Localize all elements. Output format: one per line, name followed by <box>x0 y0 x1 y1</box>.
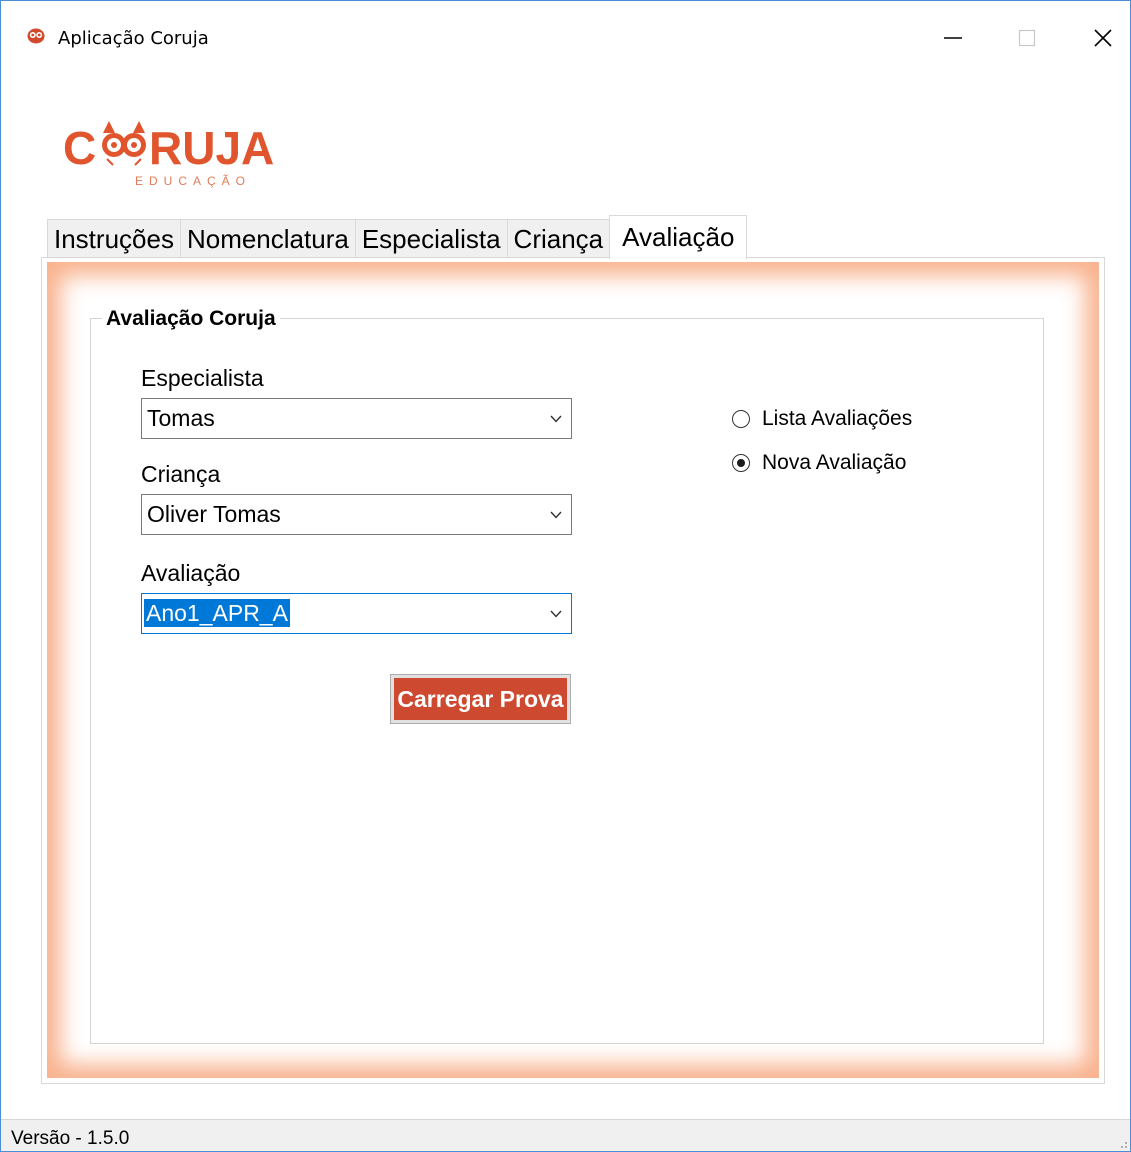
radio-lista-label: Lista Avaliações <box>762 407 913 430</box>
version-label: Versão - 1.5.0 <box>11 1128 130 1149</box>
logo-letter-c: C <box>63 122 96 174</box>
maximize-icon <box>1018 29 1036 47</box>
close-icon <box>1094 29 1112 47</box>
close-button[interactable] <box>1073 15 1130 61</box>
app-window: Aplicação Coruja C RUJA EDUCAÇÃO Instruç… <box>0 0 1131 1152</box>
crianca-value: Oliver Tomas <box>147 501 281 527</box>
avaliacao-value: Ano1_APR_A <box>144 599 290 627</box>
title-bar[interactable]: Aplicação Coruja <box>1 1 1130 77</box>
tab-crianca[interactable]: Criança <box>506 219 611 259</box>
radio-lista-avaliacoes[interactable]: Lista Avaliações <box>732 407 912 431</box>
chevron-down-icon <box>550 511 562 519</box>
maximize-button[interactable] <box>997 15 1057 61</box>
minimize-icon <box>944 37 962 39</box>
coruja-logo: C RUJA EDUCAÇÃO <box>63 121 274 188</box>
chevron-down-icon <box>550 610 562 618</box>
tab-especialista[interactable]: Especialista <box>354 219 508 259</box>
label-crianca: Criança <box>141 461 221 487</box>
label-avaliacao: Avaliação <box>141 560 241 586</box>
label-especialista: Especialista <box>141 365 264 391</box>
chevron-down-icon <box>550 415 562 423</box>
logo-letters-ruja: RUJA <box>149 122 274 174</box>
radio-nova-avaliacao[interactable]: Nova Avaliação <box>732 451 906 475</box>
tab-nomenclatura[interactable]: Nomenclatura <box>179 219 356 259</box>
tab-instrucoes[interactable]: Instruções <box>47 219 181 259</box>
crianca-combobox[interactable]: Oliver Tomas <box>141 494 572 535</box>
carregar-prova-label: Carregar Prova <box>394 678 567 720</box>
especialista-combobox[interactable]: Tomas <box>141 398 572 439</box>
status-bar: Versão - 1.5.0 <box>1 1119 1130 1151</box>
resize-grip-icon[interactable] <box>1118 1139 1128 1149</box>
radio-unchecked-icon[interactable] <box>732 410 750 428</box>
radio-checked-icon[interactable] <box>732 454 750 472</box>
avaliacao-combobox[interactable]: Ano1_APR_A <box>141 593 572 634</box>
window-title: Aplicação Coruja <box>58 28 209 49</box>
carregar-prova-button[interactable]: Carregar Prova <box>390 674 571 724</box>
owl-app-icon <box>27 28 45 44</box>
especialista-value: Tomas <box>147 405 215 431</box>
tab-strip: Instruções Nomenclatura Especialista Cri… <box>47 215 748 259</box>
group-title: Avaliação Coruja <box>102 307 280 331</box>
tab-avaliacao[interactable]: Avaliação <box>609 215 748 259</box>
radio-nova-label: Nova Avaliação <box>762 451 907 474</box>
minimize-button[interactable] <box>923 15 983 61</box>
logo-tagline: EDUCAÇÃO <box>135 174 251 188</box>
